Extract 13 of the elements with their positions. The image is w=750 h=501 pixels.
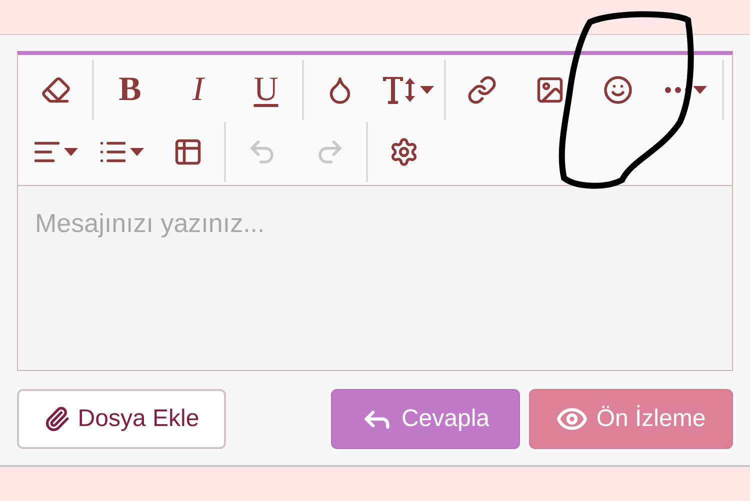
table-icon <box>173 137 203 167</box>
bold-button[interactable]: B <box>96 67 164 113</box>
text-size-icon <box>382 75 418 105</box>
message-editor[interactable]: B I U Mesajınızı yazınız... <box>17 51 733 371</box>
paperclip-icon <box>44 406 70 432</box>
settings-icon <box>389 137 419 167</box>
image-icon <box>535 75 565 105</box>
smiley-icon <box>603 75 633 105</box>
attach-file-button[interactable]: Dosya Ekle <box>17 389 226 449</box>
link-icon <box>467 75 497 105</box>
underline-button[interactable]: U <box>232 67 300 113</box>
eraser-icon <box>41 75 71 105</box>
italic-button[interactable]: I <box>164 67 232 113</box>
